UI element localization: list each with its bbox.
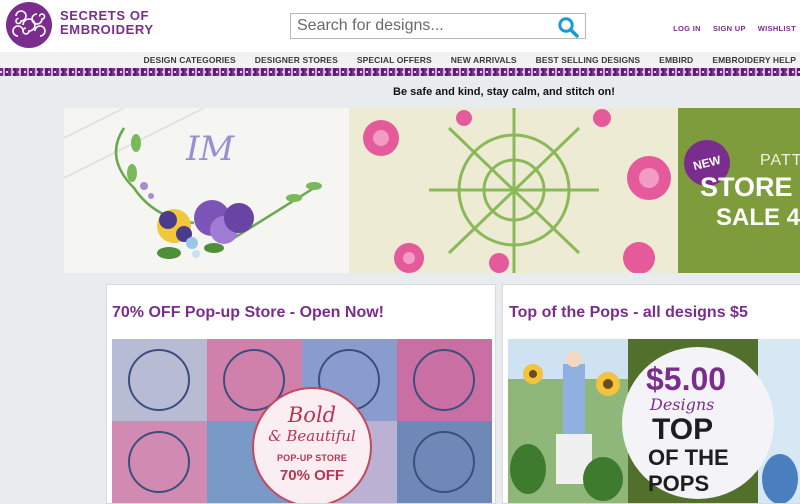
search-input[interactable] — [291, 14, 551, 38]
card-image[interactable]: $5.00 Designs TOP OF THE POPS — [508, 339, 800, 503]
brand-name[interactable]: SECRETS OF EMBROIDERY — [60, 9, 154, 37]
decorative-border — [0, 68, 800, 76]
roses-embroidery-image — [349, 108, 678, 273]
nav-new-arrivals[interactable]: NEW ARRIVALS — [451, 55, 517, 65]
stamp-line2: & Beautiful — [268, 427, 356, 445]
popup-store-stamp: Bold & Beautiful POP-UP STORE 70% OFF — [252, 387, 372, 503]
monogram-embroidery-image: IM — [64, 108, 349, 273]
signup-link[interactable]: SIGN UP — [713, 24, 746, 33]
stamp-line4: 70% OFF — [279, 467, 345, 484]
stamp-top: TOP — [652, 413, 714, 446]
card-image[interactable]: Bold & Beautiful POP-UP STORE 70% OFF — [112, 339, 492, 503]
banner-panel-monogram: IM — [64, 108, 349, 273]
account-links: LOG IN SIGN UP WISHLIST — [673, 24, 796, 33]
announcement-text: Be safe and kind, stay calm, and stitch … — [393, 86, 615, 98]
stamp-designs: Designs — [650, 395, 715, 414]
promo-line2: STORE O — [700, 172, 800, 202]
card-title[interactable]: Top of the Pops - all designs $5 — [509, 304, 748, 322]
stamp-line3: POP-UP STORE — [276, 453, 348, 463]
nav-best-selling[interactable]: BEST SELLING DESIGNS — [536, 55, 641, 65]
stamp-price: $5.00 — [646, 361, 727, 397]
main-nav: DESIGN CATEGORIES DESIGNER STORES SPECIA… — [0, 52, 800, 68]
brand-name-line1: SECRETS OF — [60, 8, 150, 23]
promo-line3: SALE 4 — [716, 204, 800, 231]
hero-banner[interactable]: IM NEW PATT STORE SALE 4 — [64, 108, 800, 273]
card-title[interactable]: 70% OFF Pop-up Store - Open Now! — [112, 304, 384, 322]
top-of-pops-stamp: $5.00 Designs TOP OF THE POPS — [622, 347, 774, 499]
svg-text:IM: IM — [185, 129, 235, 169]
promo-card-popup-store[interactable]: 70% OFF Pop-up Store - Open Now! Bold & … — [106, 284, 496, 504]
brand-name-line2: EMBROIDERY — [60, 22, 154, 37]
wishlist-link[interactable]: WISHLIST — [758, 24, 796, 33]
promo-card-top-of-pops[interactable]: Top of the Pops - all designs $5 $5.00 D… — [502, 284, 800, 504]
search-icon[interactable] — [557, 16, 579, 38]
nav-designer-stores[interactable]: DESIGNER STORES — [255, 55, 338, 65]
nav-special-offers[interactable]: SPECIAL OFFERS — [357, 55, 432, 65]
login-link[interactable]: LOG IN — [673, 24, 701, 33]
nav-design-categories[interactable]: DESIGN CATEGORIES — [144, 55, 236, 65]
nav-embroidery-help[interactable]: EMBROIDERY HELP — [712, 55, 796, 65]
nav-embird[interactable]: EMBIRD — [659, 55, 693, 65]
stamp-line1: Bold — [287, 403, 337, 427]
search-bar — [290, 13, 586, 39]
site-header: SECRETS OF EMBROIDERY LOG IN SIGN UP WIS… — [0, 0, 800, 52]
logo-icon[interactable] — [6, 2, 52, 48]
promo-line1: PATT — [760, 152, 800, 169]
banner-panel-promo: NEW PATT STORE O SALE 4 — [678, 108, 800, 273]
stamp-of-the-pops: OF THE POPS — [648, 445, 729, 496]
banner-panel-roses — [349, 108, 678, 273]
